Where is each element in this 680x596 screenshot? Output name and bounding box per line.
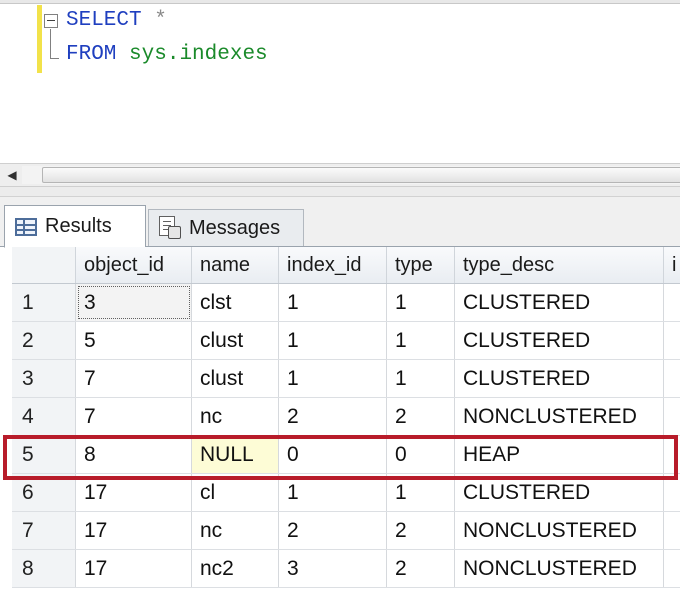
cell-index-id[interactable]: 2 (279, 398, 387, 435)
cell-object-id[interactable]: 7 (76, 360, 192, 397)
query-editor[interactable]: SELECT * FROM sys.indexes (0, 0, 680, 163)
cell-object-id[interactable]: 5 (76, 322, 192, 359)
pane-splitter[interactable] (0, 187, 680, 197)
table-row[interactable]: 8 17 nc2 3 2 NONCLUSTERED (12, 550, 680, 588)
row-number[interactable]: 3 (12, 360, 76, 397)
cell-type-desc[interactable]: CLUSTERED (455, 322, 664, 359)
cell-truncated[interactable] (664, 474, 680, 511)
row-number-header[interactable] (12, 247, 76, 283)
keyword-select: SELECT (66, 9, 142, 32)
row-number[interactable]: 4 (12, 398, 76, 435)
cell-name[interactable]: clust (192, 360, 279, 397)
row-number[interactable]: 1 (12, 284, 76, 321)
cell-type[interactable]: 1 (387, 474, 455, 511)
table-row[interactable]: 4 7 nc 2 2 NONCLUSTERED (12, 398, 680, 436)
cell-type[interactable]: 1 (387, 284, 455, 321)
cell-type[interactable]: 0 (387, 436, 455, 473)
code-line-2: FROM sys.indexes (66, 43, 268, 66)
tab-results-label: Results (45, 215, 112, 237)
scrollbar-thumb[interactable] (42, 167, 680, 183)
fold-guide-line (50, 29, 59, 59)
keyword-from: FROM (66, 43, 117, 66)
cell-type-desc[interactable]: NONCLUSTERED (455, 550, 664, 587)
cell-truncated[interactable] (664, 436, 680, 473)
cell-index-id[interactable]: 1 (279, 360, 387, 397)
cell-truncated[interactable] (664, 284, 680, 321)
tab-messages[interactable]: Messages (148, 209, 304, 246)
cell-object-id[interactable]: 7 (76, 398, 192, 435)
editor-top-edge (0, 0, 680, 4)
cell-truncated[interactable] (664, 512, 680, 549)
cell-type[interactable]: 2 (387, 550, 455, 587)
cell-object-id[interactable]: 8 (76, 436, 192, 473)
cell-index-id[interactable]: 0 (279, 436, 387, 473)
row-number[interactable]: 2 (12, 322, 76, 359)
collapse-icon[interactable] (44, 14, 58, 28)
cell-index-id[interactable]: 1 (279, 474, 387, 511)
cell-name[interactable]: nc2 (192, 550, 279, 587)
column-header-type-desc[interactable]: type_desc (455, 247, 664, 283)
cell-name[interactable]: cl (192, 474, 279, 511)
tab-messages-label: Messages (189, 216, 281, 239)
cell-index-id[interactable]: 1 (279, 322, 387, 359)
grid-icon (15, 217, 37, 236)
table-row-highlighted[interactable]: 5 8 NULL 0 0 HEAP (12, 436, 680, 474)
row-number[interactable]: 7 (12, 512, 76, 549)
cell-type-desc[interactable]: CLUSTERED (455, 360, 664, 397)
cell-object-id[interactable]: 17 (76, 474, 192, 511)
cell-truncated[interactable] (664, 550, 680, 587)
select-all-operator: * (154, 9, 167, 32)
cell-type-desc[interactable]: CLUSTERED (455, 284, 664, 321)
cell-type[interactable]: 2 (387, 512, 455, 549)
cell-index-id[interactable]: 2 (279, 512, 387, 549)
cell-name-null[interactable]: NULL (192, 436, 279, 473)
editor-horizontal-scrollbar[interactable]: ◀ (0, 163, 680, 187)
column-header-type[interactable]: type (387, 247, 455, 283)
row-number[interactable]: 6 (12, 474, 76, 511)
cell-type[interactable]: 2 (387, 398, 455, 435)
table-row[interactable]: 7 17 nc 2 2 NONCLUSTERED (12, 512, 680, 550)
code-line-1: SELECT * (66, 9, 167, 32)
cell-object-id[interactable]: 17 (76, 512, 192, 549)
results-grid[interactable]: object_id name index_id type type_desc i… (12, 247, 680, 596)
table-name: sys.indexes (129, 43, 268, 66)
cell-truncated[interactable] (664, 322, 680, 359)
cell-name[interactable]: nc (192, 398, 279, 435)
column-header-name[interactable]: name (192, 247, 279, 283)
cell-type-desc[interactable]: CLUSTERED (455, 474, 664, 511)
cell-type-desc[interactable]: HEAP (455, 436, 664, 473)
scroll-left-arrow-icon[interactable]: ◀ (2, 166, 22, 184)
table-row[interactable]: 1 3 clst 1 1 CLUSTERED (12, 284, 680, 322)
cell-type[interactable]: 1 (387, 322, 455, 359)
results-tabbar: Results Messages (0, 197, 680, 248)
cell-name[interactable]: clust (192, 322, 279, 359)
changed-lines-marker (37, 5, 42, 73)
cell-index-id[interactable]: 1 (279, 284, 387, 321)
messages-icon (159, 216, 181, 240)
grid-header-row: object_id name index_id type type_desc i (12, 247, 680, 284)
cell-name[interactable]: clst (192, 284, 279, 321)
tab-results[interactable]: Results (4, 205, 146, 248)
row-number[interactable]: 8 (12, 550, 76, 587)
scrollbar-track[interactable] (22, 166, 680, 184)
cell-type-desc[interactable]: NONCLUSTERED (455, 512, 664, 549)
row-number[interactable]: 5 (12, 436, 76, 473)
cell-name[interactable]: nc (192, 512, 279, 549)
column-header-truncated[interactable]: i (664, 247, 680, 283)
column-header-object-id[interactable]: object_id (76, 247, 192, 283)
table-row[interactable]: 6 17 cl 1 1 CLUSTERED (12, 474, 680, 512)
cell-object-id[interactable]: 17 (76, 550, 192, 587)
cell-index-id[interactable]: 3 (279, 550, 387, 587)
column-header-index-id[interactable]: index_id (279, 247, 387, 283)
cell-type[interactable]: 1 (387, 360, 455, 397)
cell-truncated[interactable] (664, 360, 680, 397)
cell-type-desc[interactable]: NONCLUSTERED (455, 398, 664, 435)
table-row[interactable]: 2 5 clust 1 1 CLUSTERED (12, 322, 680, 360)
table-row[interactable]: 3 7 clust 1 1 CLUSTERED (12, 360, 680, 398)
cell-object-id[interactable]: 3 (76, 284, 192, 321)
cell-truncated[interactable] (664, 398, 680, 435)
